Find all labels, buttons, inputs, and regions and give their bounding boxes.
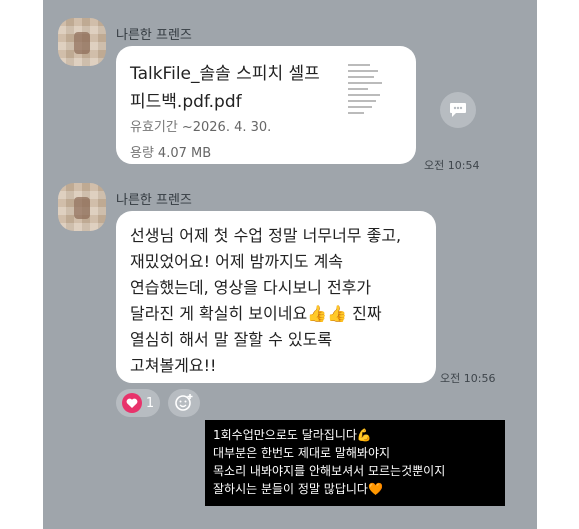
- heart-reaction[interactable]: 1: [116, 389, 160, 417]
- caption-overlay: 1회수업만으로도 달라집니다💪 대부분은 한번도 제대로 말해봐야지 목소리 내…: [205, 420, 505, 506]
- file-name: TalkFile_솔솔 스피치 셀프 피드백.pdf.pdf: [130, 64, 320, 112]
- text-message-bubble[interactable]: 선생님 어제 첫 수업 정말 너무너무 좋고, 재밌었어요! 어제 밤까지도 계…: [116, 211, 436, 383]
- reaction-count: 1: [145, 395, 155, 411]
- message-text: 선생님 어제 첫 수업 정말 너무너무 좋고, 재밌었어요! 어제 밤까지도 계…: [130, 226, 402, 375]
- sender-name: 나른한 프렌즈: [116, 28, 192, 43]
- file-size: 용량 4.07 MB: [130, 142, 211, 161]
- file-message-bubble[interactable]: TalkFile_솔솔 스피치 셀프 피드백.pdf.pdf 유효기간 ~2026…: [116, 46, 416, 164]
- size-label: 용량: [130, 146, 154, 161]
- message-time: 오전 10:54: [424, 159, 480, 172]
- pdf-thumbnail: [342, 58, 390, 122]
- avatar[interactable]: [58, 183, 106, 231]
- expiry-label: 유효기간: [130, 120, 178, 135]
- sender-name: 나른한 프렌즈: [116, 193, 192, 208]
- file-expiry: 유효기간 ~2026. 4. 30.: [130, 116, 271, 135]
- expiry-value: ~2026. 4. 30.: [181, 120, 272, 135]
- add-reaction-icon: [175, 394, 193, 411]
- share-icon[interactable]: [440, 92, 476, 128]
- message-time: 오전 10:56: [440, 372, 496, 385]
- add-reaction-button[interactable]: [168, 389, 200, 417]
- heart-icon: [121, 393, 142, 413]
- avatar[interactable]: [58, 18, 106, 66]
- size-value: 4.07 MB: [157, 146, 212, 161]
